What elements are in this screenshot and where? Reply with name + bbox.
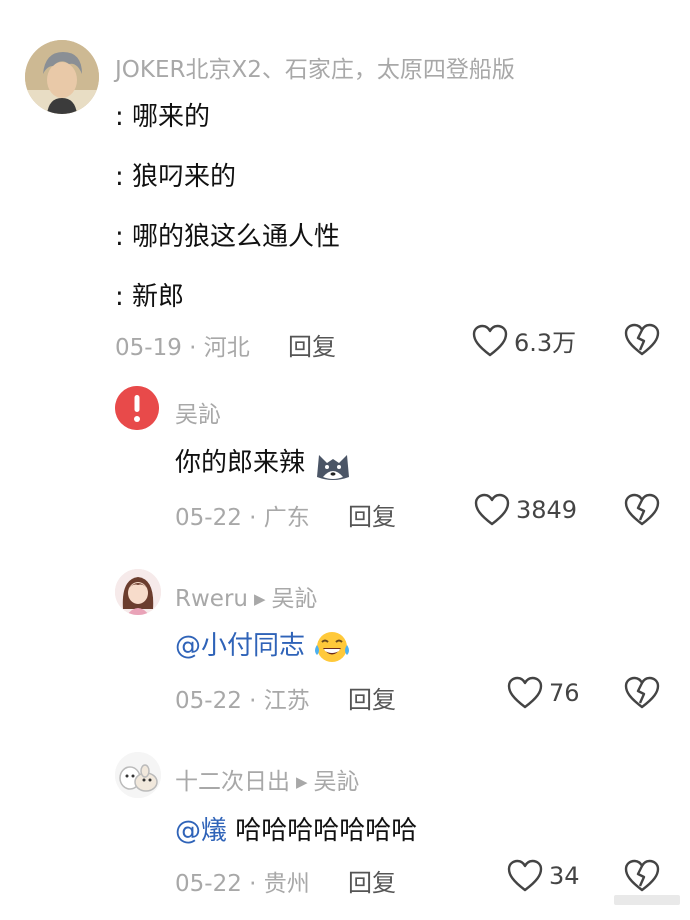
- watermark-image: [614, 895, 680, 905]
- avatar[interactable]: [115, 569, 161, 615]
- avatar[interactable]: [25, 40, 99, 114]
- comment-location: 贵州: [263, 871, 310, 897]
- username-line: Rweru ▶ 吴訫: [175, 579, 318, 613]
- comment-date: 05-22: [175, 688, 242, 714]
- like-count: 34: [549, 862, 580, 890]
- reply-button[interactable]: 回复: [348, 497, 396, 532]
- anime-girl-avatar-image: [115, 569, 161, 615]
- comment-text: @燨 哈哈哈哈哈哈哈: [175, 810, 417, 847]
- comment-location: 江苏: [263, 688, 310, 714]
- comment-text-content: 哈哈哈哈哈哈哈: [227, 816, 418, 846]
- like-button[interactable]: 3849: [474, 493, 577, 527]
- meta-separator: ·: [181, 335, 204, 361]
- mention-link[interactable]: @小付同志: [175, 631, 305, 661]
- cartoon-animals-avatar-image: [115, 752, 161, 798]
- username[interactable]: Rweru: [175, 586, 248, 612]
- dislike-button[interactable]: [624, 323, 660, 361]
- broken-heart-icon: [624, 676, 660, 709]
- comment-line: : 狼叼来的: [115, 162, 237, 192]
- comment-text: 你的郎来辣: [175, 442, 353, 481]
- comment-location: 河北: [203, 335, 250, 361]
- comment-4: 十二次日出 ▶ 吴訫 @燨 哈哈哈哈哈哈哈 05-22 · 贵州 回复 34: [0, 738, 690, 908]
- username[interactable]: 吴訫: [175, 395, 221, 429]
- comment-2: 吴訫 你的郎来辣 05-22 · 广东 回复 3849: [0, 370, 690, 540]
- comment-location: 广东: [263, 505, 310, 531]
- comment-3: Rweru ▶ 吴訫 @小付同志 05-22 · 江苏 回复 76: [0, 555, 690, 725]
- reply-to-username[interactable]: 吴訫: [314, 769, 360, 795]
- comment-meta: 05-19 · 河北: [115, 328, 250, 362]
- like-count: 76: [549, 679, 580, 707]
- reply-button[interactable]: 回复: [348, 863, 396, 898]
- like-count: 6.3万: [514, 329, 577, 357]
- heart-icon: [472, 324, 508, 356]
- dislike-button[interactable]: [624, 493, 660, 531]
- reply-arrow-icon: ▶: [296, 773, 308, 791]
- mention-link[interactable]: @燨: [175, 816, 227, 846]
- comment-1: JOKER北京X2、石家庄，太原四登船版 : 哪来的 : 狼叼来的 : 哪的狼这…: [0, 0, 690, 370]
- exclamation-icon: [115, 386, 159, 430]
- reply-button[interactable]: 回复: [348, 680, 396, 715]
- like-button[interactable]: 6.3万: [472, 323, 576, 358]
- like-button[interactable]: 34: [507, 859, 580, 893]
- comment-date: 05-22: [175, 505, 242, 531]
- reply-button[interactable]: 回复: [288, 327, 336, 362]
- avatar-person-image: [25, 40, 99, 114]
- comment-line: : 哪的狼这么通人性: [115, 222, 341, 252]
- comment-line: : 新郎: [115, 282, 185, 312]
- comment-meta: 05-22 · 广东: [175, 498, 310, 532]
- comment-date: 05-22: [175, 871, 242, 897]
- username-line: 十二次日出 ▶ 吴訫: [175, 762, 360, 796]
- comment-date: 05-19: [115, 335, 182, 361]
- comment-meta: 05-22 · 江苏: [175, 681, 310, 715]
- heart-icon: [507, 676, 543, 709]
- username[interactable]: JOKER北京X2、石家庄，太原四登船版: [115, 50, 515, 84]
- reply-to-username[interactable]: 吴訫: [272, 586, 318, 612]
- meta-separator: ·: [241, 871, 264, 897]
- username[interactable]: 十二次日出: [175, 769, 290, 795]
- broken-heart-icon: [624, 859, 660, 892]
- comment-text: @小付同志: [175, 625, 351, 665]
- like-button[interactable]: 76: [507, 676, 580, 710]
- reply-arrow-icon: ▶: [253, 590, 266, 608]
- comment-meta: 05-22 · 贵州: [175, 864, 310, 898]
- heart-icon: [507, 859, 543, 892]
- broken-heart-icon: [624, 323, 660, 356]
- heart-icon: [474, 493, 510, 526]
- dislike-button[interactable]: [624, 676, 660, 714]
- meta-separator: ·: [241, 688, 264, 714]
- comment-line: : 哪来的: [115, 102, 211, 132]
- meta-separator: ·: [241, 505, 264, 531]
- like-count: 3849: [516, 496, 578, 524]
- broken-heart-icon: [624, 493, 660, 526]
- comment-text-content: 你的郎来辣: [175, 448, 306, 478]
- wolf-emoji-icon: [317, 454, 350, 480]
- avatar[interactable]: [115, 386, 159, 430]
- avatar[interactable]: [115, 752, 161, 798]
- laughing-crying-emoji-icon: [315, 631, 350, 662]
